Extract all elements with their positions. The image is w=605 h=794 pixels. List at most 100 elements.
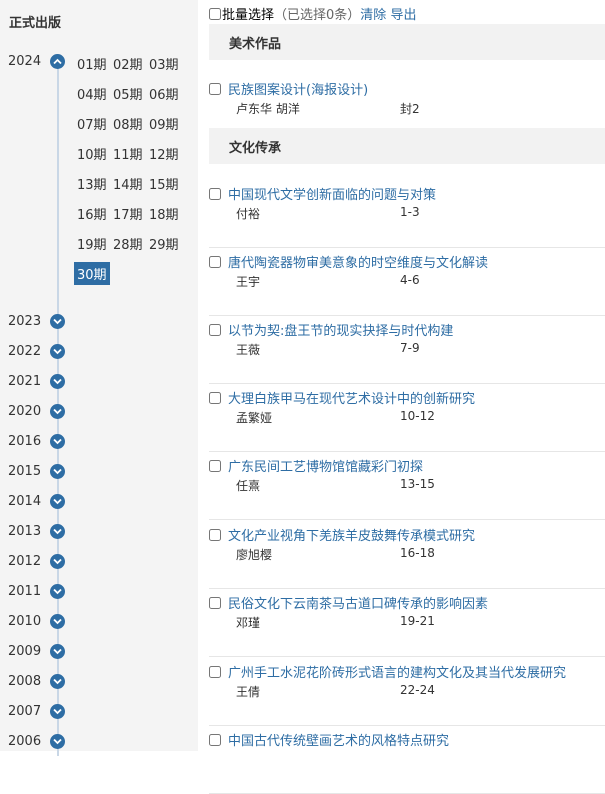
article-checkbox[interactable] <box>209 83 221 95</box>
section-title: 文化传承 <box>229 141 282 156</box>
article-title-link[interactable]: 大理白族甲马在现代艺术设计中的创新研究 <box>228 388 475 407</box>
chevron-down-icon[interactable] <box>50 494 65 509</box>
issue-link[interactable]: 28期 <box>113 234 143 253</box>
issue-link[interactable]: 29期 <box>149 234 179 253</box>
issue-link[interactable]: 16期 <box>77 204 107 223</box>
year-row[interactable]: 2020 <box>0 401 198 423</box>
article-author: 邓瑾 <box>236 616 261 630</box>
chevron-down-icon[interactable] <box>50 644 65 659</box>
article-checkbox[interactable] <box>209 529 221 541</box>
chevron-down-icon[interactable] <box>50 524 65 539</box>
chevron-down-icon[interactable] <box>50 464 65 479</box>
year-row[interactable]: 2015 <box>0 461 198 483</box>
issue-link[interactable]: 08期 <box>113 114 143 133</box>
issue-link[interactable]: 05期 <box>113 84 143 103</box>
year-label: 2015 <box>8 464 42 479</box>
year-row[interactable]: 2011 <box>0 581 198 603</box>
issue-link[interactable]: 10期 <box>77 144 107 163</box>
article-checkbox[interactable] <box>209 324 221 336</box>
article-title-link[interactable]: 以节为契:盘王节的现实抉择与时代构建 <box>228 320 453 339</box>
issue-link[interactable]: 14期 <box>113 174 143 193</box>
article-checkbox[interactable] <box>209 597 221 609</box>
issue-link[interactable]: 15期 <box>149 174 179 193</box>
issue-link[interactable]: 12期 <box>149 144 179 163</box>
year-row[interactable]: 2013 <box>0 521 198 543</box>
chevron-down-icon[interactable] <box>50 374 65 389</box>
issue-link[interactable]: 02期 <box>113 54 143 73</box>
chevron-down-icon[interactable] <box>50 614 65 629</box>
chevron-down-icon[interactable] <box>50 704 65 719</box>
article-pages: 封2 <box>400 102 420 116</box>
issue-link[interactable]: 01期 <box>77 54 107 73</box>
issue-link[interactable]: 17期 <box>113 204 143 223</box>
chevron-down-icon[interactable] <box>50 554 65 569</box>
clear-link[interactable]: 清除 <box>360 8 386 23</box>
issue-link[interactable]: 04期 <box>77 84 107 103</box>
issue-link[interactable]: 09期 <box>149 114 179 133</box>
year-row[interactable]: 2023 <box>0 311 198 333</box>
chevron-up-icon[interactable] <box>50 54 65 69</box>
batch-toolbar: 批量选择（已选择0条）清除 导出 <box>209 4 416 23</box>
article-pages: 13-15 <box>400 477 435 491</box>
article-title-link[interactable]: 唐代陶瓷器物审美意象的时空维度与文化解读 <box>228 252 488 271</box>
chevron-down-icon[interactable] <box>50 674 65 689</box>
year-row[interactable]: 2008 <box>0 671 198 693</box>
article-item: 大理白族甲马在现代艺术设计中的创新研究 孟繁娅 10-12 <box>209 384 605 452</box>
issue-link[interactable]: 03期 <box>149 54 179 73</box>
sidebar-title: 正式出版 <box>9 16 62 31</box>
article-item: 民俗文化下云南茶马古道口碑传承的影响因素邓瑾 19-21 <box>209 589 605 657</box>
year-row[interactable]: 2016 <box>0 431 198 453</box>
year-row[interactable]: 2009 <box>0 641 198 663</box>
article-checkbox[interactable] <box>209 734 221 746</box>
article-checkbox[interactable] <box>209 188 221 200</box>
chevron-down-icon[interactable] <box>50 404 65 419</box>
chevron-down-icon[interactable] <box>50 314 65 329</box>
batch-select-checkbox[interactable] <box>209 8 221 20</box>
article-checkbox[interactable] <box>209 256 221 268</box>
article-title-link[interactable]: 广东民间工艺博物馆馆藏彩门初探 <box>228 456 423 475</box>
article-title-link[interactable]: 民俗文化下云南茶马古道口碑传承的影响因素 <box>228 593 488 612</box>
chevron-down-icon[interactable] <box>50 584 65 599</box>
article-item: 中国古代传统壁画艺术的风格特点研究 <box>209 726 605 794</box>
article-pages: 19-21 <box>400 614 435 628</box>
year-label: 2009 <box>8 644 42 659</box>
article-title-link[interactable]: 中国古代传统壁画艺术的风格特点研究 <box>228 730 449 749</box>
article-title-link[interactable]: 广州手工水泥花阶砖形式语言的建构文化及其当代发展研究 <box>228 662 566 681</box>
article-title-link[interactable]: 中国现代文学创新面临的问题与对策 <box>228 184 436 203</box>
article-item: 广东民间工艺博物馆馆藏彩门初探任熹 13-15 <box>209 452 605 520</box>
selected-count: （已选择0条） <box>274 8 361 23</box>
issue-link[interactable]: 18期 <box>149 204 179 223</box>
chevron-down-icon[interactable] <box>50 344 65 359</box>
article-pages: 22-24 <box>400 683 435 697</box>
issue-link[interactable]: 07期 <box>77 114 107 133</box>
article-checkbox[interactable] <box>209 392 221 404</box>
issue-link[interactable]: 30期 <box>74 262 110 285</box>
year-label: 2023 <box>8 314 42 329</box>
article-title-link[interactable]: 文化产业视角下羌族羊皮鼓舞传承模式研究 <box>228 525 475 544</box>
year-label: 2010 <box>8 614 42 629</box>
year-row[interactable]: 2010 <box>0 611 198 633</box>
year-row[interactable]: 2014 <box>0 491 198 513</box>
issue-link[interactable]: 19期 <box>77 234 107 253</box>
export-link[interactable]: 导出 <box>390 8 416 23</box>
year-row[interactable]: 2007 <box>0 701 198 723</box>
year-label: 2008 <box>8 674 42 689</box>
year-row[interactable]: 2006 <box>0 731 198 753</box>
article-item: 唐代陶瓷器物审美意象的时空维度与文化解读 王宇 4-6 <box>209 248 605 316</box>
article-author: 卢东华 胡洋 <box>236 102 300 116</box>
article-title-link[interactable]: 民族图案设计(海报设计) <box>228 79 368 98</box>
issue-link[interactable]: 06期 <box>149 84 179 103</box>
chevron-down-icon[interactable] <box>50 734 65 749</box>
year-row[interactable]: 2012 <box>0 551 198 573</box>
article-checkbox[interactable] <box>209 460 221 472</box>
year-row[interactable]: 2022 <box>0 341 198 363</box>
article-pages: 16-18 <box>400 546 435 560</box>
year-row[interactable]: 2021 <box>0 371 198 393</box>
article-checkbox[interactable] <box>209 666 221 678</box>
article-author: 任熹 <box>236 479 261 493</box>
article-item: 以节为契:盘王节的现实抉择与时代构建 王薇 7-9 <box>209 316 605 384</box>
issue-link[interactable]: 11期 <box>113 144 143 163</box>
chevron-down-icon[interactable] <box>50 434 65 449</box>
issue-link[interactable]: 13期 <box>77 174 107 193</box>
year-label: 2013 <box>8 524 42 539</box>
